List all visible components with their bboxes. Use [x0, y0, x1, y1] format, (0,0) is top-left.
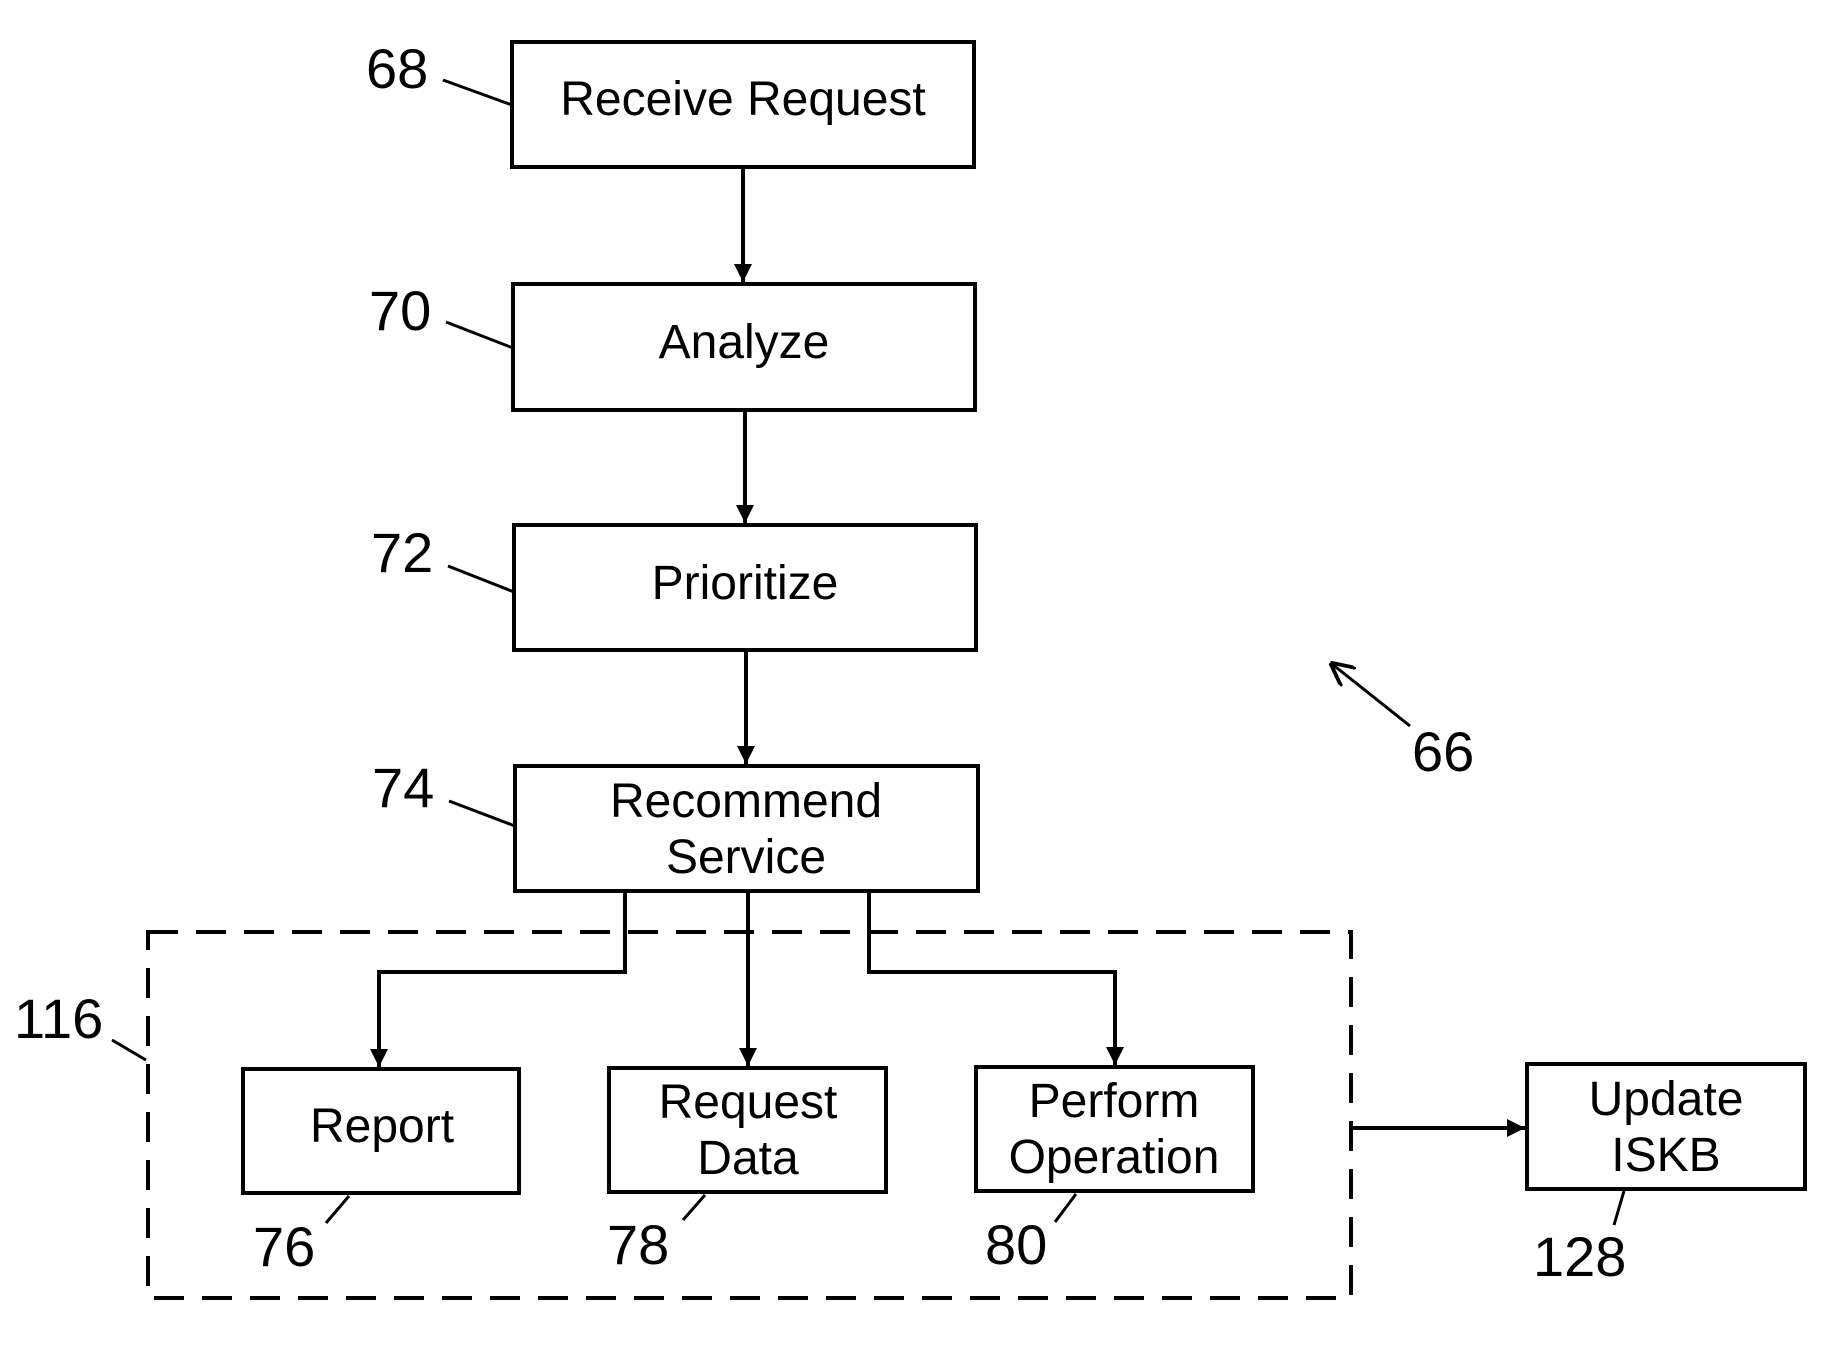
- option-request-data-label-line2: Data: [697, 1132, 799, 1185]
- step-update-iskb-label-line1: Update: [1589, 1073, 1744, 1126]
- step-recommend-service-label-line2: Service: [666, 831, 826, 884]
- figure-ref-66-label: 66: [1412, 720, 1474, 783]
- option-request-data-label-line1: Request: [659, 1076, 838, 1129]
- edge-recommend-to-report: [370, 891, 627, 1067]
- figure-ref-66-arrow-icon: [1332, 664, 1411, 728]
- ref-76: 76: [253, 1195, 351, 1278]
- ref-80: 80: [985, 1193, 1078, 1276]
- option-request-data: Request Data: [607, 1066, 888, 1194]
- step-update-iskb: Update ISKB: [1525, 1062, 1807, 1191]
- ref-78-label: 78: [607, 1213, 669, 1276]
- ref-80-leader: [1053, 1193, 1078, 1223]
- ref-72: 72: [371, 521, 515, 594]
- step-update-iskb-label-line2: ISKB: [1611, 1129, 1720, 1182]
- step-prioritize-label: Prioritize: [652, 557, 839, 610]
- ref-78: 78: [607, 1194, 707, 1276]
- ref-74-label: 74: [372, 756, 434, 819]
- figure-ref-66: 66: [1332, 664, 1474, 783]
- ref-116: 116: [14, 987, 147, 1062]
- ref-68-leader: [442, 78, 513, 107]
- option-perform-operation-label-line1: Perform: [1029, 1075, 1200, 1128]
- step-prioritize: Prioritize: [512, 523, 978, 652]
- ref-68-label: 68: [366, 37, 428, 100]
- step-recommend-service-label-line1: Recommend: [610, 775, 882, 828]
- ref-68: 68: [366, 37, 513, 107]
- flowchart: Receive Request 68 Analyze 70 Prioritize…: [14, 37, 1807, 1300]
- option-report-label: Report: [310, 1100, 454, 1153]
- ref-128: 128: [1533, 1190, 1626, 1288]
- option-perform-operation: Perform Operation: [974, 1065, 1255, 1193]
- ref-76-leader: [324, 1195, 351, 1224]
- ref-74-leader: [448, 799, 516, 828]
- ref-116-leader: [111, 1038, 147, 1062]
- ref-70: 70: [369, 279, 514, 350]
- ref-70-leader: [445, 320, 514, 350]
- ref-128-label: 128: [1533, 1225, 1626, 1288]
- ref-76-label: 76: [253, 1215, 315, 1278]
- step-receive-request: Receive Request: [510, 40, 976, 169]
- ref-128-leader: [1612, 1190, 1626, 1226]
- ref-80-label: 80: [985, 1213, 1047, 1276]
- ref-116-label: 116: [14, 987, 103, 1050]
- step-recommend-service: Recommend Service: [513, 764, 980, 893]
- ref-70-label: 70: [369, 279, 431, 342]
- edge-recommend-to-perform-operation: [867, 891, 1124, 1065]
- step-receive-request-label: Receive Request: [560, 73, 926, 126]
- ref-72-label: 72: [371, 521, 433, 584]
- step-analyze: Analyze: [511, 282, 977, 412]
- step-analyze-label: Analyze: [659, 316, 830, 369]
- ref-78-leader: [681, 1194, 707, 1221]
- ref-74: 74: [372, 756, 516, 828]
- option-perform-operation-label-line2: Operation: [1009, 1131, 1220, 1184]
- ref-72-leader: [447, 564, 515, 594]
- option-report: Report: [241, 1067, 521, 1195]
